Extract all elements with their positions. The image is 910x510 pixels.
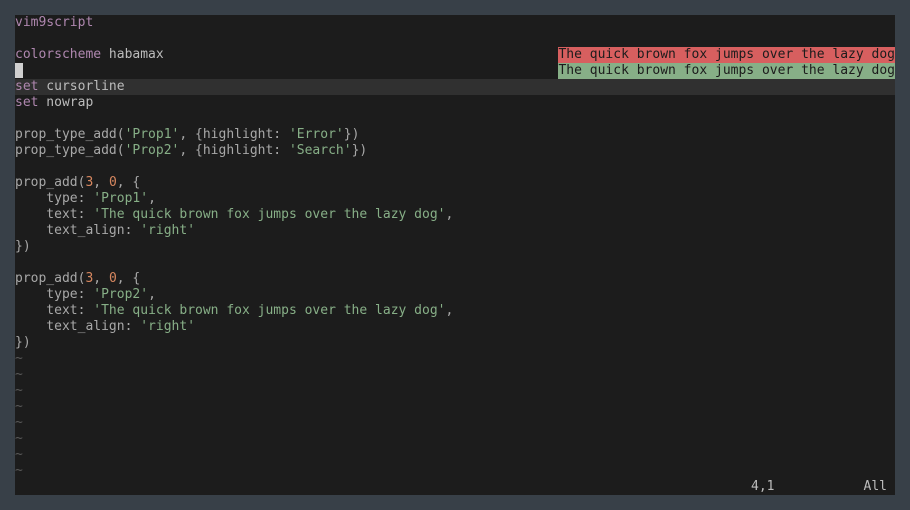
code-text: , (445, 207, 454, 222)
number: 0 (108, 271, 117, 286)
code-text: }) (15, 239, 31, 254)
dict-key: type: (15, 287, 94, 302)
code-text: , (148, 191, 156, 206)
tilde-marker: ~ (15, 399, 23, 414)
dict-key: text: (15, 207, 94, 222)
code-text: , { (116, 175, 141, 190)
buffer-line[interactable] (15, 31, 895, 47)
empty-line: ~ (15, 399, 895, 415)
tilde-marker: ~ (15, 367, 23, 382)
buffer-line[interactable]: text: 'The quick brown fox jumps over th… (15, 207, 895, 223)
dict-key: text_align: (15, 223, 141, 238)
empty-line: ~ (15, 415, 895, 431)
buffer-line[interactable]: }) (15, 239, 895, 255)
tilde-marker: ~ (15, 463, 23, 478)
dict-key: type: (15, 191, 94, 206)
buffer-line[interactable]: set cursorline (15, 79, 895, 95)
empty-line: ~ (15, 351, 895, 367)
buffer-line[interactable]: text_align: 'right' (15, 319, 895, 335)
keyword: vim9script (15, 15, 94, 30)
string: 'Prop1' (124, 127, 180, 142)
code-text: , (148, 287, 156, 302)
dict-key: text: (15, 303, 94, 318)
vim-terminal[interactable]: vim9script colorscheme habamax The quick b… (15, 15, 895, 495)
code-text: , {highlight: (179, 127, 289, 142)
function-call: prop_add( (15, 175, 86, 190)
empty-line: ~ (15, 431, 895, 447)
code-text: , {highlight: (179, 143, 289, 158)
buffer-line[interactable]: prop_type_add('Prop2', {highlight: 'Sear… (15, 143, 895, 159)
string: 'Search' (288, 143, 352, 158)
argument: habamax (101, 47, 164, 62)
code-text: , { (116, 271, 141, 286)
buffer-line[interactable]: type: 'Prop2', (15, 287, 895, 303)
virtual-text-error: The quick brown fox jumps over the lazy … (558, 47, 895, 63)
option: nowrap (38, 95, 94, 110)
keyword: colorscheme (15, 47, 102, 62)
number: 0 (108, 175, 117, 190)
function-call: prop_type_add( (15, 143, 125, 158)
statusline: 4,1 All (15, 479, 895, 495)
function-call: prop_type_add( (15, 127, 125, 142)
string: 'right' (140, 223, 196, 238)
code-text: , (93, 175, 109, 190)
code-text: }) (343, 127, 360, 142)
scroll-percent: All (863, 479, 887, 494)
code-text: }) (15, 335, 31, 350)
buffer-line[interactable] (15, 255, 895, 271)
keyword: set (15, 95, 39, 110)
buffer-line[interactable]: text: 'The quick brown fox jumps over th… (15, 303, 895, 319)
string: 'right' (140, 319, 196, 334)
code-text: , (445, 303, 454, 318)
string: 'Prop1' (93, 191, 149, 206)
function-call: prop_add( (15, 271, 86, 286)
tilde-marker: ~ (15, 415, 23, 430)
keyword: set (15, 79, 39, 94)
empty-line: ~ (15, 447, 895, 463)
buffer-line[interactable]: colorscheme habamax The quick brown fox j… (15, 47, 895, 63)
string: 'Prop2' (93, 287, 149, 302)
buffer-line[interactable]: set nowrap (15, 95, 895, 111)
buffer-line[interactable]: vim9script (15, 15, 895, 31)
tilde-marker: ~ (15, 447, 23, 462)
buffer-line[interactable] (15, 159, 895, 175)
cursor-position: 4,1 (751, 479, 775, 494)
tilde-marker: ~ (15, 431, 23, 446)
empty-line: ~ (15, 383, 895, 399)
virtual-text-search: The quick brown fox jumps over the lazy … (558, 63, 895, 79)
tilde-marker: ~ (15, 383, 23, 398)
empty-line: ~ (15, 463, 895, 479)
buffer-line[interactable]: prop_type_add('Prop1', {highlight: 'Erro… (15, 127, 895, 143)
buffer-line[interactable]: type: 'Prop1', (15, 191, 895, 207)
buffer-line[interactable]: prop_add(3, 0, { (15, 175, 895, 191)
text-cursor (15, 63, 23, 78)
string: 'Error' (288, 127, 344, 142)
dict-key: text_align: (15, 319, 141, 334)
buffer-line[interactable]: prop_add(3, 0, { (15, 271, 895, 287)
buffer-line[interactable]: text_align: 'right' (15, 223, 895, 239)
buffer-line[interactable] (15, 111, 895, 127)
code-text: }) (351, 143, 368, 158)
buffer-line[interactable]: }) (15, 335, 895, 351)
string: 'The quick brown fox jumps over the lazy… (93, 303, 446, 318)
string: 'Prop2' (124, 143, 180, 158)
string: 'The quick brown fox jumps over the lazy… (93, 207, 446, 222)
tilde-marker: ~ (15, 351, 23, 366)
buffer-line[interactable]: The quick brown fox jumps over the lazy … (15, 63, 895, 79)
code-text: , (93, 271, 109, 286)
option: cursorline (38, 79, 125, 94)
empty-line: ~ (15, 367, 895, 383)
